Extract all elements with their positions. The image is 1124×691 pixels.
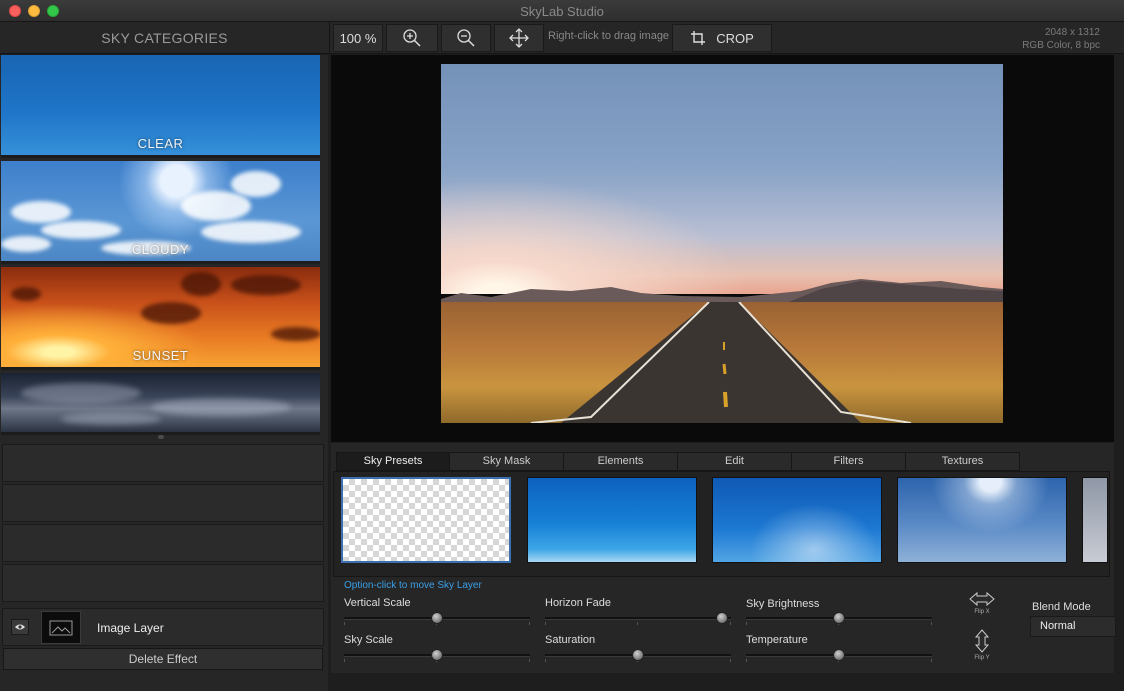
- image-size: 2048 x 1312: [1044, 27, 1100, 38]
- preset-thumbnail[interactable]: [712, 477, 882, 563]
- sidebar: CLEAR CLOUDY SUNSET Image Layer Delete E…: [0, 55, 328, 691]
- category-sunset[interactable]: SUNSET: [1, 267, 320, 370]
- window-title: SkyLab Studio: [520, 4, 604, 19]
- layer-thumbnail: [41, 611, 81, 644]
- layer-visibility-toggle[interactable]: [11, 619, 29, 635]
- sky-brightness-slider[interactable]: [746, 612, 932, 625]
- preset-thumbnail[interactable]: [527, 477, 697, 563]
- eye-icon: [15, 624, 25, 630]
- sky-categories-title: SKY CATEGORIES: [0, 22, 330, 54]
- layer-name: Image Layer: [97, 621, 164, 635]
- horizon-fade-slider[interactable]: [545, 612, 731, 625]
- horizon-fade-label: Horizon Fade: [545, 597, 612, 609]
- preview-photo: [441, 64, 1003, 423]
- empty-layer-slot: [2, 484, 324, 522]
- category-label: CLEAR: [137, 136, 184, 151]
- category-stormy[interactable]: [1, 373, 320, 435]
- crop-label: CROP: [716, 30, 754, 46]
- image-icon: [49, 620, 73, 635]
- horizontal-arrows-icon: [969, 591, 995, 607]
- blend-mode-select[interactable]: Normal: [1030, 616, 1116, 637]
- image-info: 2048 x 1312 RGB Color, 8 bpc: [1022, 26, 1100, 52]
- saturation-label: Saturation: [545, 634, 596, 646]
- presets-hint: Option-click to move Sky Layer: [344, 580, 482, 591]
- vertical-scale-label: Vertical Scale: [344, 597, 411, 609]
- temperature-slider[interactable]: [746, 649, 932, 662]
- category-label: CLOUDY: [131, 242, 190, 257]
- flip-y-button[interactable]: Flip Y: [969, 629, 995, 661]
- temperature-label: Temperature: [746, 634, 808, 646]
- zoom-in-icon: [403, 29, 421, 47]
- tab-filters[interactable]: Filters: [792, 452, 906, 471]
- category-cloudy[interactable]: CLOUDY: [1, 161, 320, 264]
- saturation-slider[interactable]: [545, 649, 731, 662]
- sky-brightness-label: Sky Brightness: [746, 598, 820, 610]
- tab-elements[interactable]: Elements: [564, 452, 678, 471]
- move-arrows-icon: [509, 28, 529, 48]
- drag-hint: Right-click to drag image: [548, 30, 670, 42]
- title-bar: SkyLab Studio: [0, 0, 1124, 22]
- blend-mode-label: Blend Mode: [1032, 601, 1091, 613]
- pan-button[interactable]: [494, 24, 544, 52]
- preset-thumbnail[interactable]: [897, 477, 1067, 563]
- tab-sky-mask[interactable]: Sky Mask: [450, 452, 564, 471]
- empty-layer-slot: [2, 524, 324, 562]
- category-scroll-indicator[interactable]: [158, 435, 164, 439]
- sky-scale-slider[interactable]: [344, 649, 530, 662]
- tab-sky-presets[interactable]: Sky Presets: [336, 452, 450, 471]
- crop-button[interactable]: CROP: [672, 24, 772, 52]
- zoom-out-button[interactable]: [441, 24, 491, 52]
- flip-x-button[interactable]: Flip X: [969, 591, 995, 615]
- empty-layer-slot: [2, 564, 324, 602]
- image-layer-row[interactable]: Image Layer: [2, 608, 324, 646]
- sky-presets-strip: [333, 471, 1110, 577]
- toolbar: SKY CATEGORIES 100 % Right-click to drag…: [0, 22, 1124, 54]
- tab-bar: Sky Presets Sky Mask Elements Edit Filte…: [336, 452, 1020, 471]
- zoom-level[interactable]: 100 %: [333, 24, 383, 52]
- tab-textures[interactable]: Textures: [906, 452, 1020, 471]
- preset-none[interactable]: [341, 477, 511, 563]
- zoom-out-icon: [457, 29, 475, 47]
- crop-icon: [691, 31, 706, 45]
- empty-layer-slot: [2, 444, 324, 482]
- vertical-scale-slider[interactable]: [344, 612, 530, 625]
- vertical-arrows-icon: [974, 629, 990, 653]
- image-preview[interactable]: [331, 55, 1114, 442]
- flip-y-label: Flip Y: [974, 655, 990, 661]
- zoom-in-button[interactable]: [386, 24, 438, 52]
- category-label: SUNSET: [132, 348, 189, 363]
- flip-x-label: Flip X: [974, 609, 990, 615]
- category-clear[interactable]: CLEAR: [1, 55, 320, 158]
- tab-edit[interactable]: Edit: [678, 452, 792, 471]
- sky-scale-label: Sky Scale: [344, 634, 393, 646]
- preset-thumbnail[interactable]: [1082, 477, 1108, 563]
- image-mode: RGB Color, 8 bpc: [1022, 40, 1100, 51]
- delete-effect-button[interactable]: Delete Effect: [3, 648, 323, 670]
